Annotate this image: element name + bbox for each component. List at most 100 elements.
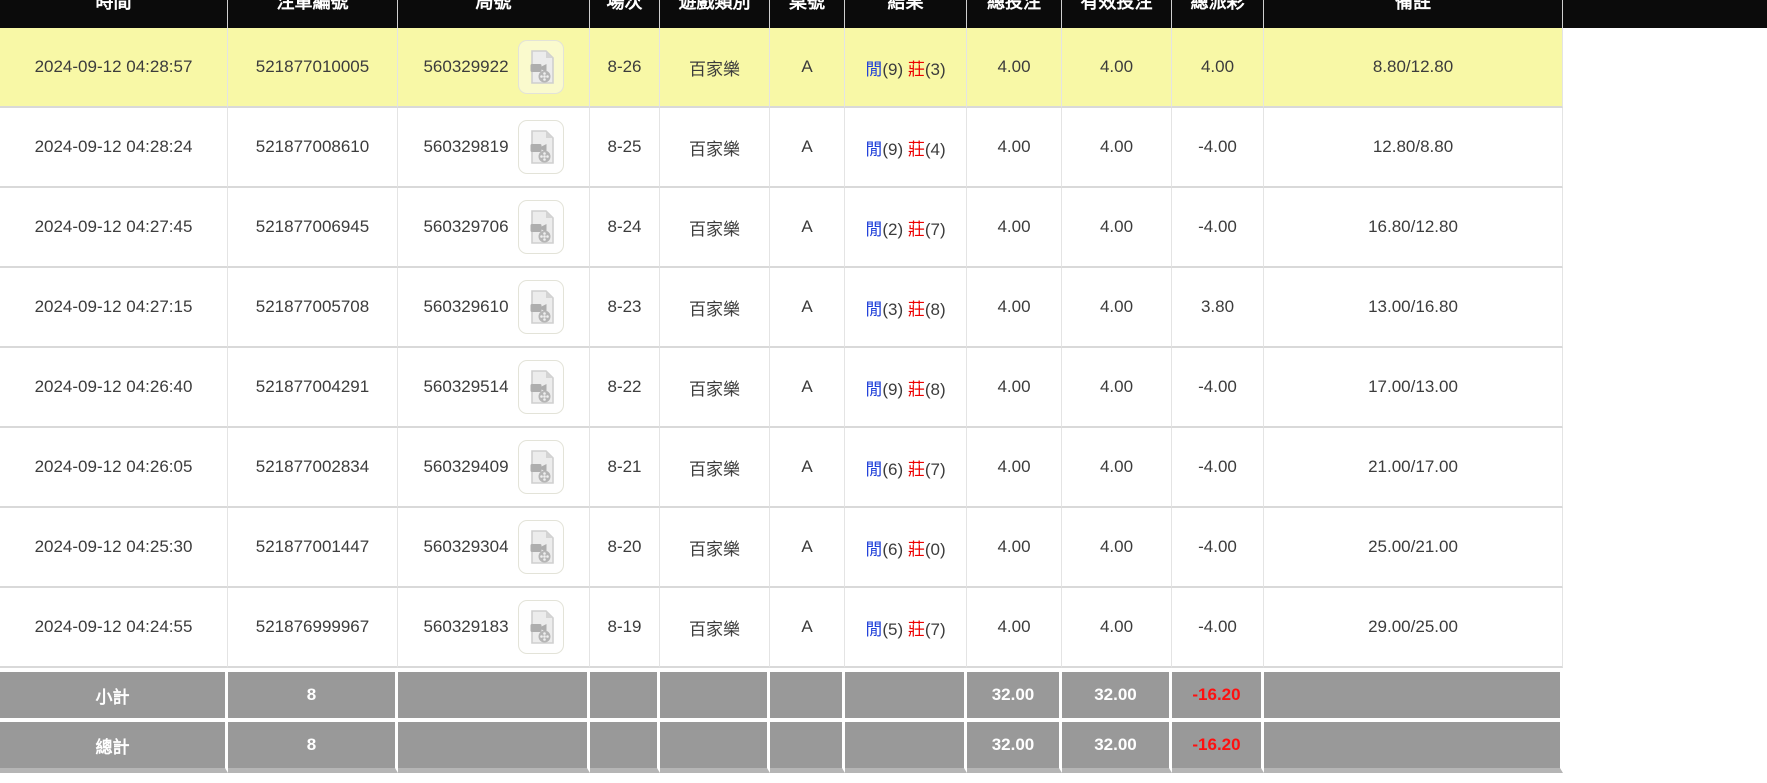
column-header-round_id: 局號 (398, 0, 590, 28)
remark: 12.80/8.80 (1264, 108, 1563, 188)
remark: 16.80/12.80 (1264, 188, 1563, 268)
valid-bet: 4.00 (1062, 508, 1172, 588)
banker-score: (3) (925, 60, 946, 79)
bet-time: 2024-09-12 04:26:40 (0, 348, 228, 428)
table-number: A (770, 108, 845, 188)
valid-bet: 4.00 (1062, 28, 1172, 108)
total-bet: 4.00 (967, 108, 1062, 188)
summary-label: 小計 (0, 668, 228, 718)
bet-time: 2024-09-12 04:27:45 (0, 188, 228, 268)
summary-payout: -16.20 (1172, 718, 1264, 773)
video-replay-button[interactable] (518, 360, 564, 414)
result-cell: 閒(9) 莊(4) (845, 108, 967, 188)
banker-result-label: 莊 (908, 300, 925, 319)
result-cell: 閒(2) 莊(7) (845, 188, 967, 268)
round-number: 560329922 (423, 57, 508, 77)
table-row: 2024-09-12 04:28:24 521877008610 5603298… (0, 108, 1767, 188)
remark: 25.00/21.00 (1264, 508, 1563, 588)
row-filler (1563, 348, 1767, 428)
round-number: 560329610 (423, 297, 508, 317)
video-replay-button[interactable] (518, 520, 564, 574)
game-type: 百家樂 (660, 268, 770, 348)
player-result-label: 閒 (865, 460, 882, 479)
column-header-result: 結果 (845, 0, 967, 28)
player-result-label: 閒 (865, 380, 882, 399)
column-header-remark: 備註 (1264, 0, 1563, 28)
bet-id: 521877005708 (228, 268, 398, 348)
total-bet: 4.00 (967, 588, 1062, 668)
valid-bet: 4.00 (1062, 348, 1172, 428)
payout: 3.80 (1172, 268, 1264, 348)
video-file-icon (526, 209, 556, 245)
player-score: (9) (882, 60, 903, 79)
player-score: (2) (882, 220, 903, 239)
summary-valid-bet: 32.00 (1062, 718, 1172, 773)
payout: -4.00 (1172, 508, 1264, 588)
column-header-valid_bet: 有效投注 (1062, 0, 1172, 28)
game-type: 百家樂 (660, 108, 770, 188)
player-result-label: 閒 (865, 620, 882, 639)
session: 8-25 (590, 108, 660, 188)
player-score: (9) (882, 140, 903, 159)
remark: 17.00/13.00 (1264, 348, 1563, 428)
valid-bet: 4.00 (1062, 188, 1172, 268)
row-filler (1563, 268, 1767, 348)
table-number: A (770, 188, 845, 268)
bet-id: 521877008610 (228, 108, 398, 188)
row-filler (1563, 428, 1767, 508)
total-bet: 4.00 (967, 28, 1062, 108)
video-replay-button[interactable] (518, 280, 564, 334)
banker-result-label: 莊 (908, 620, 925, 639)
bet-time: 2024-09-12 04:27:15 (0, 268, 228, 348)
table-number: A (770, 428, 845, 508)
payout: -4.00 (1172, 428, 1264, 508)
remark: 8.80/12.80 (1264, 28, 1563, 108)
row-filler (1563, 188, 1767, 268)
table-row: 2024-09-12 04:27:15 521877005708 5603296… (0, 268, 1767, 348)
game-type: 百家樂 (660, 348, 770, 428)
round-number: 560329304 (423, 537, 508, 557)
total-bet: 4.00 (967, 348, 1062, 428)
video-file-icon (526, 609, 556, 645)
summary-total-bet: 32.00 (967, 718, 1062, 773)
video-replay-button[interactable] (518, 440, 564, 494)
session: 8-23 (590, 268, 660, 348)
banker-result-label: 莊 (908, 540, 925, 559)
round-number: 560329514 (423, 377, 508, 397)
payout: -4.00 (1172, 348, 1264, 428)
bet-time: 2024-09-12 04:28:24 (0, 108, 228, 188)
row-filler (1563, 108, 1767, 188)
column-header-session: 場次 (590, 0, 660, 28)
banker-result-label: 莊 (908, 220, 925, 239)
payout: -4.00 (1172, 108, 1264, 188)
session: 8-24 (590, 188, 660, 268)
total-bet: 4.00 (967, 188, 1062, 268)
video-replay-button[interactable] (518, 120, 564, 174)
total-bet: 4.00 (967, 268, 1062, 348)
round-cell: 560329610 (398, 268, 590, 348)
session: 8-20 (590, 508, 660, 588)
round-number: 560329819 (423, 137, 508, 157)
bet-time: 2024-09-12 04:25:30 (0, 508, 228, 588)
player-score: (3) (882, 300, 903, 319)
table-header: 時間注單編號局號場次遊戲類別桌號結果總投注有效投注總派彩備註 (0, 0, 1767, 28)
video-file-icon (526, 49, 556, 85)
row-filler (1563, 718, 1767, 773)
banker-score: (7) (925, 620, 946, 639)
banker-score: (0) (925, 540, 946, 559)
bet-id: 521877010005 (228, 28, 398, 108)
table-row: 2024-09-12 04:27:45 521877006945 5603297… (0, 188, 1767, 268)
result-cell: 閒(9) 莊(8) (845, 348, 967, 428)
round-cell: 560329819 (398, 108, 590, 188)
result-cell: 閒(9) 莊(3) (845, 28, 967, 108)
round-cell: 560329409 (398, 428, 590, 508)
video-replay-button[interactable] (518, 600, 564, 654)
banker-score: (7) (925, 460, 946, 479)
summary-count: 8 (228, 718, 398, 773)
video-replay-button[interactable] (518, 200, 564, 254)
session: 8-26 (590, 28, 660, 108)
session: 8-19 (590, 588, 660, 668)
player-score: (9) (882, 380, 903, 399)
round-number: 560329183 (423, 617, 508, 637)
video-replay-button[interactable] (518, 40, 564, 94)
